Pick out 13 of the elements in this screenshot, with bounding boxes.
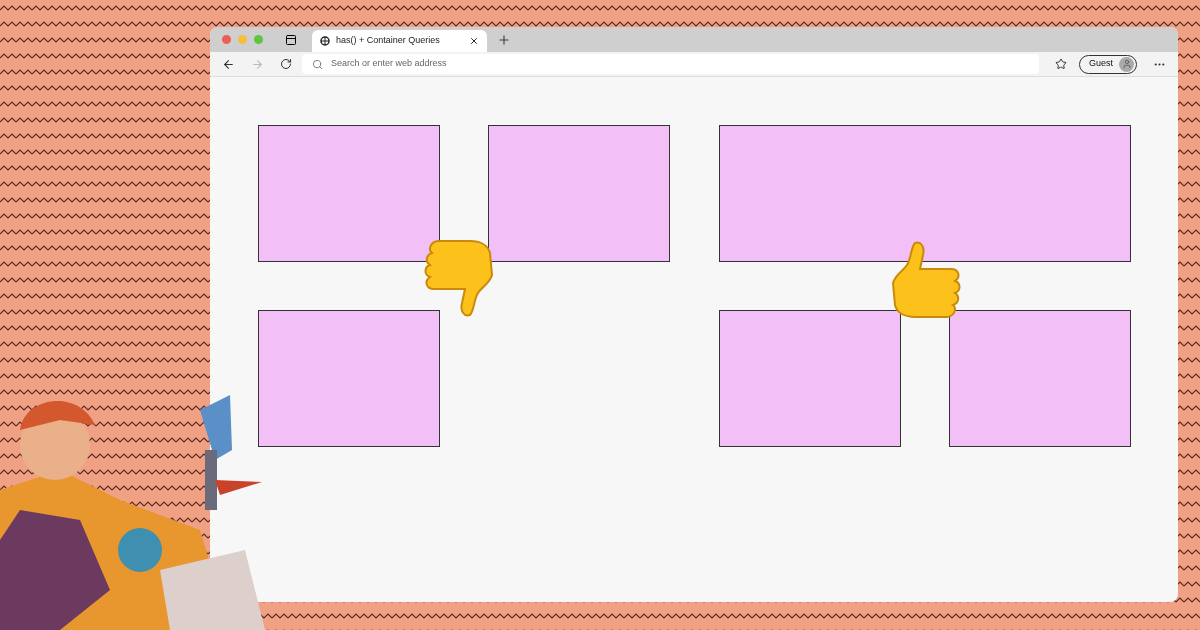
tab-title: has() + Container Queries (336, 34, 441, 48)
site-icon (320, 36, 330, 46)
favorites-icon[interactable] (1055, 58, 1067, 70)
close-tab-icon[interactable] (469, 36, 479, 46)
search-icon (312, 58, 323, 70)
browser-tab[interactable]: has() + Container Queries (312, 30, 487, 52)
address-bar[interactable]: Search or enter web address (302, 54, 1039, 74)
reload-icon[interactable] (280, 58, 292, 70)
back-icon[interactable] (222, 57, 235, 71)
avatar-icon (1119, 56, 1134, 72)
tab-actions-icon[interactable] (285, 33, 297, 46)
new-tab-icon[interactable] (497, 32, 511, 47)
address-field[interactable]: Search or enter web address (331, 57, 1029, 71)
